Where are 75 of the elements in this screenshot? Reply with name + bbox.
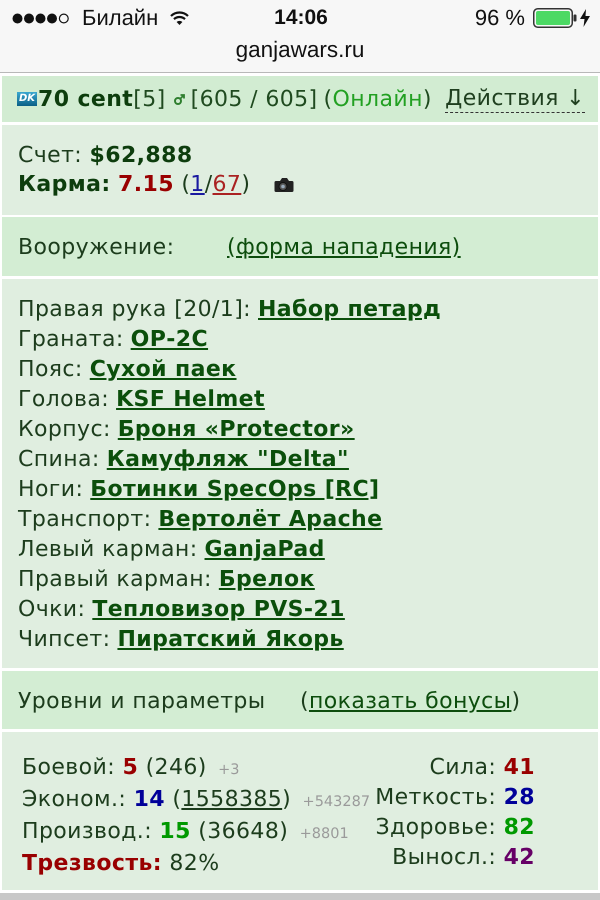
- equipment-link[interactable]: Камуфляж "Delta": [106, 447, 349, 472]
- experience-link[interactable]: 1558385: [181, 787, 282, 812]
- slot-label: Очки:: [18, 597, 86, 622]
- skill-value: 15: [159, 819, 191, 844]
- bonus-toggle: (показать бонусы): [300, 687, 520, 729]
- skill-label: Эконом.:: [22, 787, 126, 812]
- skill-bonus: +543287: [302, 794, 370, 810]
- player-health: [605 / 605]: [190, 86, 318, 112]
- sobriety-value: 82%: [169, 851, 220, 876]
- attribute-label: Сила:: [430, 755, 496, 780]
- camera-icon[interactable]: [274, 176, 294, 193]
- section-title: Уровни и параметры: [18, 688, 267, 716]
- equipment-link[interactable]: Ботинки SpecOps [RC]: [90, 477, 380, 502]
- battery-percent: 96 %: [474, 5, 525, 31]
- attribute-label: Меткость:: [375, 785, 496, 810]
- slot-label: Ноги:: [18, 477, 84, 502]
- slot-label: Граната:: [18, 327, 124, 352]
- actions-menu-button[interactable]: Действия ↓: [445, 86, 585, 112]
- clock-time: 14:06: [274, 6, 328, 30]
- equipment-link[interactable]: KSF Helmet: [116, 387, 265, 412]
- skill-bonus: +8801: [300, 826, 349, 842]
- karma-value: 7.15: [118, 172, 174, 197]
- clan-badge: DK: [17, 92, 37, 106]
- positive-votes-link[interactable]: 1: [190, 172, 205, 197]
- balance-value: $62,888: [90, 143, 193, 168]
- slot-label: Правая рука [20/1]:: [18, 297, 251, 322]
- wifi-icon: [170, 11, 190, 25]
- skill-value: 5: [122, 755, 138, 780]
- slot-label: Чипсет:: [18, 627, 110, 652]
- equipment-link[interactable]: Вертолёт Apache: [158, 507, 382, 532]
- attack-form-link[interactable]: (форма нападения): [227, 233, 461, 276]
- slot-label: Корпус:: [18, 417, 111, 442]
- player-rank: [5]: [133, 86, 166, 112]
- section-title: Вооружение:: [18, 234, 176, 262]
- equipment-link[interactable]: Пиратский Якорь: [117, 627, 344, 652]
- address-bar-url[interactable]: ganjawars.ru: [236, 36, 364, 64]
- slot-label: Левый карман:: [18, 537, 198, 562]
- attribute-label: Выносл.:: [392, 845, 496, 870]
- equipment-link[interactable]: Сухой паек: [90, 357, 237, 382]
- equipment-link[interactable]: Броня «Protector»: [118, 417, 355, 442]
- skill-experience: (36648): [198, 819, 288, 844]
- charging-bolt-icon: [580, 9, 590, 27]
- signal-strength-icon: [12, 12, 70, 24]
- show-bonuses-link[interactable]: показать бонусы: [308, 689, 512, 714]
- equipment-link[interactable]: ОР-2С: [130, 327, 208, 352]
- skill-value: 14: [134, 787, 165, 812]
- equipment-link[interactable]: Набор петард: [258, 297, 442, 322]
- balance-label: Счет:: [18, 143, 82, 168]
- slot-label: Голова:: [18, 387, 110, 412]
- skill-experience: (246): [146, 755, 207, 780]
- attribute-value: 82: [504, 815, 535, 840]
- slot-label: Спина:: [18, 447, 100, 472]
- negative-votes-link[interactable]: 67: [212, 172, 242, 197]
- online-status: (Онлайн): [324, 86, 432, 112]
- equipment-link[interactable]: Брелок: [218, 567, 315, 592]
- attribute-value: 42: [504, 845, 535, 870]
- slot-label: Правый карман:: [18, 567, 212, 592]
- skill-label: Боевой:: [22, 755, 116, 780]
- carrier-name: Билайн: [82, 5, 158, 31]
- attribute-label: Здоровье:: [375, 815, 496, 840]
- slot-label: Транспорт:: [18, 507, 152, 532]
- player-name[interactable]: 70 cent: [38, 86, 134, 112]
- karma-votes: (1/67): [181, 172, 250, 197]
- battery-icon: [533, 8, 577, 28]
- sobriety-label: Трезвость:: [22, 851, 162, 876]
- equipment-link[interactable]: Тепловизор PVS-21: [92, 597, 345, 622]
- attribute-value: 28: [504, 785, 535, 810]
- skill-bonus: +3: [218, 762, 240, 778]
- male-symbol-icon: [174, 94, 185, 104]
- attribute-value: 41: [504, 755, 535, 780]
- skill-label: Производ.:: [22, 819, 152, 844]
- skill-experience: (1558385): [172, 787, 292, 812]
- slot-label: Пояс:: [18, 357, 83, 382]
- equipment-link[interactable]: GanjaPad: [204, 537, 325, 562]
- karma-label: Карма:: [18, 172, 111, 197]
